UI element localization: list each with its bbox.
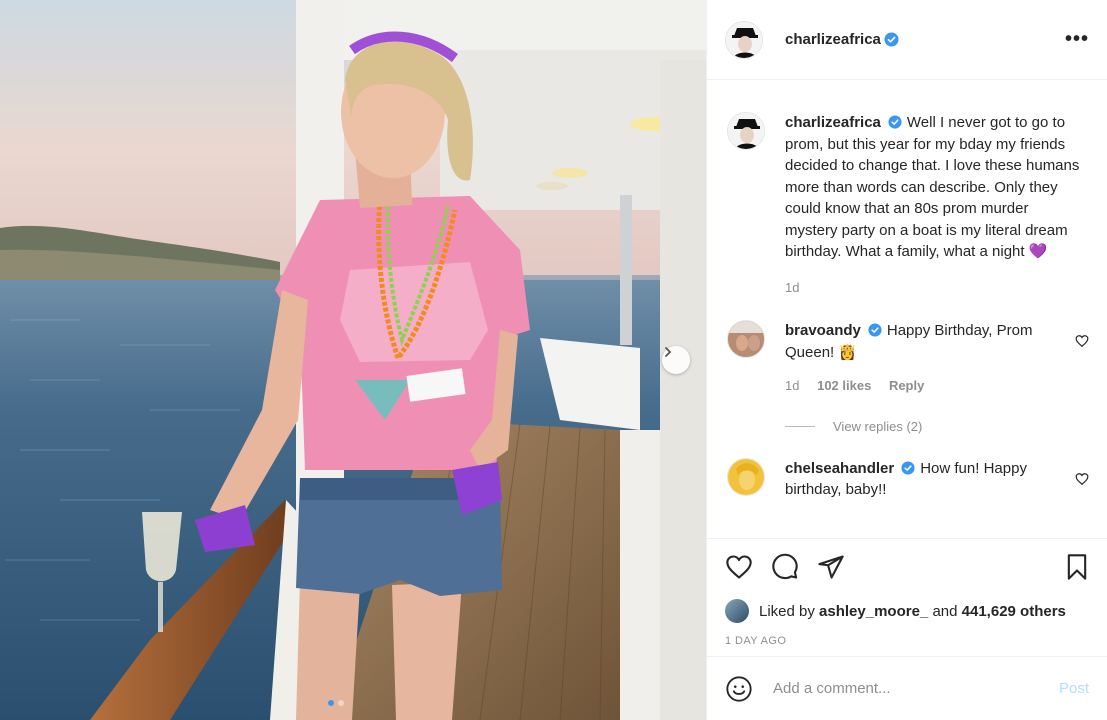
post-comment-button[interactable]: Post: [1059, 680, 1089, 697]
comment-button[interactable]: [771, 553, 799, 581]
add-comment-bar: Post: [707, 656, 1107, 720]
caption-body: charlizeafrica Well I never got to go to …: [785, 112, 1085, 298]
post-details-panel: charlizeafrica ••• charlizeafrica Well I…: [706, 0, 1107, 720]
post-header: charlizeafrica •••: [707, 0, 1107, 80]
instagram-post-modal: charlizeafrica ••• charlizeafrica Well I…: [0, 0, 1107, 720]
carousel-indicator: [328, 700, 344, 706]
share-button[interactable]: [817, 553, 845, 581]
commenter-username[interactable]: bravoandy: [785, 322, 861, 339]
comment-body: chelseahandler How fun! Happy birthday, b…: [785, 458, 1055, 501]
bookmark-icon: [1067, 554, 1087, 580]
replies-divider: [785, 425, 815, 427]
commenter-avatar[interactable]: [727, 320, 765, 358]
save-button[interactable]: [1063, 553, 1091, 581]
commenter-avatar[interactable]: [727, 457, 765, 496]
caption-username[interactable]: charlizeafrica: [785, 114, 881, 131]
post-actions-section: Liked by ashley_moore_ and 441,629 other…: [707, 538, 1107, 656]
comment-time: 1d: [785, 378, 800, 393]
like-button[interactable]: [725, 553, 753, 581]
caption-time: 1d: [785, 279, 800, 295]
post-timestamp[interactable]: 1 DAY AGO: [725, 635, 1091, 647]
verified-badge-icon: [868, 323, 882, 337]
view-replies-label[interactable]: View replies (2): [833, 419, 922, 434]
likes-count[interactable]: 441,629 others: [962, 603, 1066, 620]
author-avatar[interactable]: [725, 20, 763, 59]
caption-avatar[interactable]: [727, 112, 765, 150]
liked-by: Liked by ashley_moore_ and 441,629 other…: [725, 599, 1091, 623]
view-replies-button[interactable]: View replies (2): [785, 419, 1089, 434]
comment-like-heart-icon[interactable]: [1075, 472, 1089, 486]
comments-list[interactable]: charlizeafrica Well I never got to go to …: [707, 80, 1107, 538]
caption: charlizeafrica Well I never got to go to …: [727, 112, 1089, 298]
author-username[interactable]: charlizeafrica: [785, 31, 881, 48]
verified-badge-icon: [901, 460, 915, 475]
carousel-dot-active: [328, 700, 334, 706]
caption-text: Well I never got to go to prom, but this…: [785, 114, 1080, 260]
comment-meta: 1d 102 likes Reply: [785, 375, 1055, 397]
emoji-smiley-icon[interactable]: [725, 675, 753, 703]
commenter-username[interactable]: chelseahandler: [785, 460, 894, 477]
paper-plane-icon: [818, 555, 844, 579]
liked-by-user[interactable]: ashley_moore_: [819, 603, 928, 620]
avatar-image: [728, 321, 764, 357]
caption-meta: 1d: [785, 277, 1085, 299]
carousel-dot: [338, 700, 344, 706]
avatar-image: [726, 21, 762, 58]
chevron-right-icon: [665, 347, 672, 357]
more-options-icon[interactable]: •••: [1065, 28, 1089, 51]
post-photo[interactable]: [0, 0, 706, 720]
action-bar: [725, 551, 1091, 583]
add-comment-input[interactable]: [773, 680, 1059, 697]
comment-item: bravoandy Happy Birthday, Prom Queen! 👸 1…: [727, 320, 1089, 397]
photo-illustration: [0, 0, 706, 720]
verified-badge-icon: [888, 115, 902, 129]
comment-body: bravoandy Happy Birthday, Prom Queen! 👸 1…: [785, 320, 1055, 397]
comment-bubble-icon: [772, 553, 798, 580]
avatar-image: [728, 458, 764, 495]
reply-button[interactable]: Reply: [889, 378, 924, 393]
comment-likes[interactable]: 102 likes: [817, 378, 871, 393]
carousel-next-button[interactable]: [662, 346, 690, 374]
avatar-image: [728, 113, 764, 149]
liker-avatar[interactable]: [725, 599, 749, 623]
liked-by-and: and: [932, 602, 958, 620]
comment-like-heart-icon[interactable]: [1075, 334, 1089, 348]
liked-by-prefix: Liked by: [759, 602, 815, 620]
verified-badge-icon: [884, 32, 899, 47]
comment-item: chelseahandler How fun! Happy birthday, b…: [727, 457, 1089, 501]
heart-icon: [726, 555, 752, 579]
